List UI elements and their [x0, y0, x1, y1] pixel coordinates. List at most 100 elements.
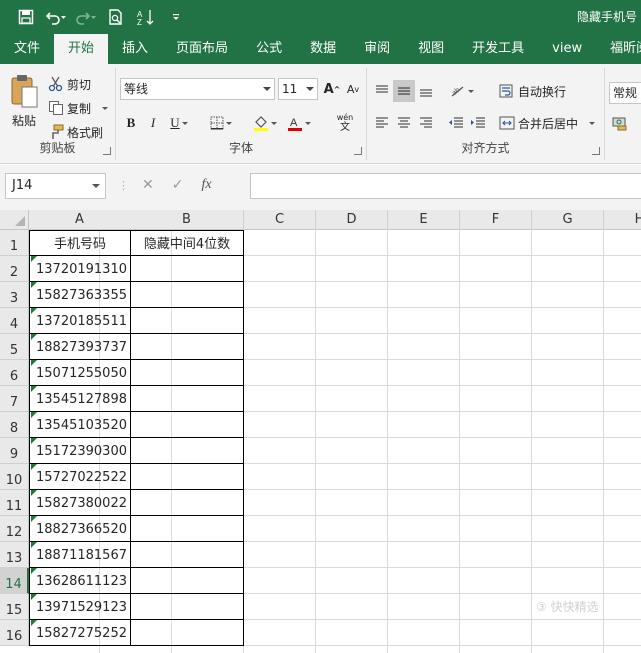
align-left-button[interactable] [371, 112, 393, 134]
cell-b6[interactable] [130, 360, 244, 386]
cell-a4[interactable]: 13720185511 [29, 308, 131, 334]
cell-a16[interactable]: 15827275252 [29, 620, 131, 646]
column-header-g[interactable]: G [532, 210, 604, 230]
orientation-button[interactable]: ab [447, 80, 477, 102]
tab-insert[interactable]: 插入 [108, 34, 162, 64]
column-header-d[interactable]: D [316, 210, 388, 230]
align-middle-button[interactable] [393, 80, 415, 102]
cell-b8[interactable] [130, 412, 244, 438]
accounting-format-button[interactable] [609, 112, 631, 134]
cell-a9[interactable]: 15172390300 [29, 438, 131, 464]
decrease-indent-button[interactable] [445, 112, 467, 134]
cell-a12[interactable]: 18827366520 [29, 516, 131, 542]
wrap-text-button[interactable]: 自动换行 [499, 81, 566, 101]
undo-button[interactable] [44, 6, 68, 28]
align-center-button[interactable] [393, 112, 415, 134]
row-header-6[interactable]: 6 [0, 360, 29, 386]
tab-page-layout[interactable]: 页面布局 [162, 34, 242, 64]
tab-formulas[interactable]: 公式 [242, 34, 296, 64]
save-button[interactable] [14, 6, 38, 28]
row-header-15[interactable]: 15 [0, 594, 29, 620]
cell-b11[interactable] [130, 490, 244, 516]
row-header-8[interactable]: 8 [0, 412, 29, 438]
print-preview-button[interactable] [104, 6, 128, 28]
cell-b4[interactable] [130, 308, 244, 334]
align-top-button[interactable] [371, 80, 393, 102]
column-header-e[interactable]: E [388, 210, 460, 230]
cell-a1[interactable]: 手机号码 [29, 230, 131, 256]
fill-color-button[interactable] [250, 112, 280, 134]
column-header-h[interactable]: H [604, 210, 641, 230]
increase-indent-button[interactable] [467, 112, 489, 134]
italic-button[interactable]: I [142, 112, 164, 134]
row-header-11[interactable]: 11 [0, 490, 29, 516]
cell-b16[interactable] [130, 620, 244, 646]
cell-a5[interactable]: 18827393737 [29, 334, 131, 360]
row-header-2[interactable]: 2 [0, 256, 29, 282]
row-header-12[interactable]: 12 [0, 516, 29, 542]
column-header-a[interactable]: A [29, 210, 131, 230]
row-header-14[interactable]: 14 [0, 568, 29, 594]
row-header-1[interactable]: 1 [0, 230, 29, 256]
row-header-7[interactable]: 7 [0, 386, 29, 412]
select-all-button[interactable] [0, 210, 29, 230]
font-name-select[interactable]: 等线 [120, 78, 275, 100]
formula-input[interactable] [250, 173, 641, 199]
dialog-launcher-icon[interactable] [354, 147, 362, 155]
font-size-select[interactable]: 11 [278, 78, 318, 100]
cell-a8[interactable]: 13545103520 [29, 412, 131, 438]
tab-file[interactable]: 文件 [0, 34, 54, 64]
tab-data[interactable]: 数据 [296, 34, 350, 64]
name-box[interactable]: J14 [5, 173, 106, 199]
cell-a15[interactable]: 13971529123 [29, 594, 131, 620]
merge-center-button[interactable]: 合并后居中 [499, 113, 596, 133]
sort-ascending-button[interactable]: AZ [134, 6, 158, 28]
row-header-13[interactable]: 13 [0, 542, 29, 568]
underline-button[interactable]: U [164, 112, 194, 134]
cell-b2[interactable] [130, 256, 244, 282]
column-header-f[interactable]: F [460, 210, 532, 230]
cell-b12[interactable] [130, 516, 244, 542]
redo-button[interactable] [74, 6, 98, 28]
font-color-button[interactable]: A [284, 112, 314, 134]
cell-a14[interactable]: 13628611123 [29, 568, 131, 594]
row-header-9[interactable]: 9 [0, 438, 29, 464]
row-header-5[interactable]: 5 [0, 334, 29, 360]
cell-b13[interactable] [130, 542, 244, 568]
number-format-select[interactable]: 常规 [609, 82, 641, 104]
align-bottom-button[interactable] [415, 80, 437, 102]
cell-b5[interactable] [130, 334, 244, 360]
phonetic-guide-button[interactable]: wén 文 [330, 112, 360, 134]
cell-b9[interactable] [130, 438, 244, 464]
row-header-16[interactable]: 16 [0, 620, 29, 646]
cell-a6[interactable]: 15071255050 [29, 360, 131, 386]
cell-b1[interactable]: 隐藏中间4位数 [130, 230, 244, 256]
decrease-font-size-button[interactable]: Av [342, 78, 364, 100]
cell-b7[interactable] [130, 386, 244, 412]
cancel-icon[interactable]: ✕ [142, 177, 154, 193]
increase-font-size-button[interactable]: A ^ [321, 78, 343, 100]
cell-a13[interactable]: 18871181567 [29, 542, 131, 568]
paste-button[interactable]: 粘贴 [6, 72, 42, 132]
cell-a10[interactable]: 15727022522 [29, 464, 131, 490]
cell-a2[interactable]: 13720191310 [29, 256, 131, 282]
splitter-dots-icon[interactable]: ⋮ [118, 179, 129, 192]
column-header-c[interactable]: C [244, 210, 316, 230]
cell-a7[interactable]: 13545127898 [29, 386, 131, 412]
tab-foxit[interactable]: 福昕阅读 [596, 34, 641, 64]
cell-b14[interactable] [130, 568, 244, 594]
tab-view[interactable]: 视图 [404, 34, 458, 64]
column-header-b[interactable]: B [130, 210, 244, 230]
row-header-3[interactable]: 3 [0, 282, 29, 308]
row-header-4[interactable]: 4 [0, 308, 29, 334]
customize-qat-button[interactable] [164, 6, 188, 28]
cell-b15[interactable] [130, 594, 244, 620]
dialog-launcher-icon[interactable] [103, 147, 111, 155]
cell-b10[interactable] [130, 464, 244, 490]
tab-developer[interactable]: 开发工具 [458, 34, 538, 64]
row-header-10[interactable]: 10 [0, 464, 29, 490]
cell-a3[interactable]: 15827363355 [29, 282, 131, 308]
bold-button[interactable]: B [120, 112, 142, 134]
tab-view-en[interactable]: view [538, 34, 596, 64]
cell-b3[interactable] [130, 282, 244, 308]
